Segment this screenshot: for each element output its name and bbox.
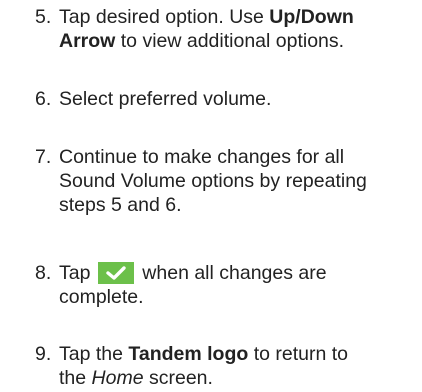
step-text: Tap desired option. Use Up/Down Arrow to… [59,5,414,53]
save-checkmark-button [97,262,134,284]
step-text-part: screen. [143,367,213,389]
tandem-logo-term: Tandem logo [128,343,249,365]
arrow-term: Arrow [59,30,116,52]
step-number: 5. [35,6,52,28]
step-text-part: Tap desired option. Use [59,6,270,28]
step-text-part: the [59,367,92,389]
step-text-part: when all changes are [142,262,327,284]
home-screen-term: Home [91,367,144,389]
step-text-part: Tap the [59,343,129,365]
step-text: Tap when all changes are complete. [59,261,414,309]
up-down-term: Up/Down [269,6,354,28]
step-text-line: complete. [59,286,144,308]
step-text-part: Tap [59,262,91,284]
step-text: Tap the Tandem logo to return to the Hom… [59,342,414,390]
step-text-line: Continue to make changes for all [59,146,345,168]
step-text-line: steps 5 and 6. [59,194,182,216]
step-number: 7. [35,146,52,168]
step-number: 6. [35,88,52,110]
step-text-part: to return to [248,343,348,365]
step-text: Select preferred volume. [59,88,272,110]
step-number: 8. [35,262,52,284]
step-text-part: to view additional options. [115,30,345,52]
step-text-line: Sound Volume options by repeating [59,170,367,192]
step-number: 9. [35,343,52,365]
step-text: Continue to make changes for all Sound V… [59,145,414,217]
checkmark-icon [106,266,126,280]
